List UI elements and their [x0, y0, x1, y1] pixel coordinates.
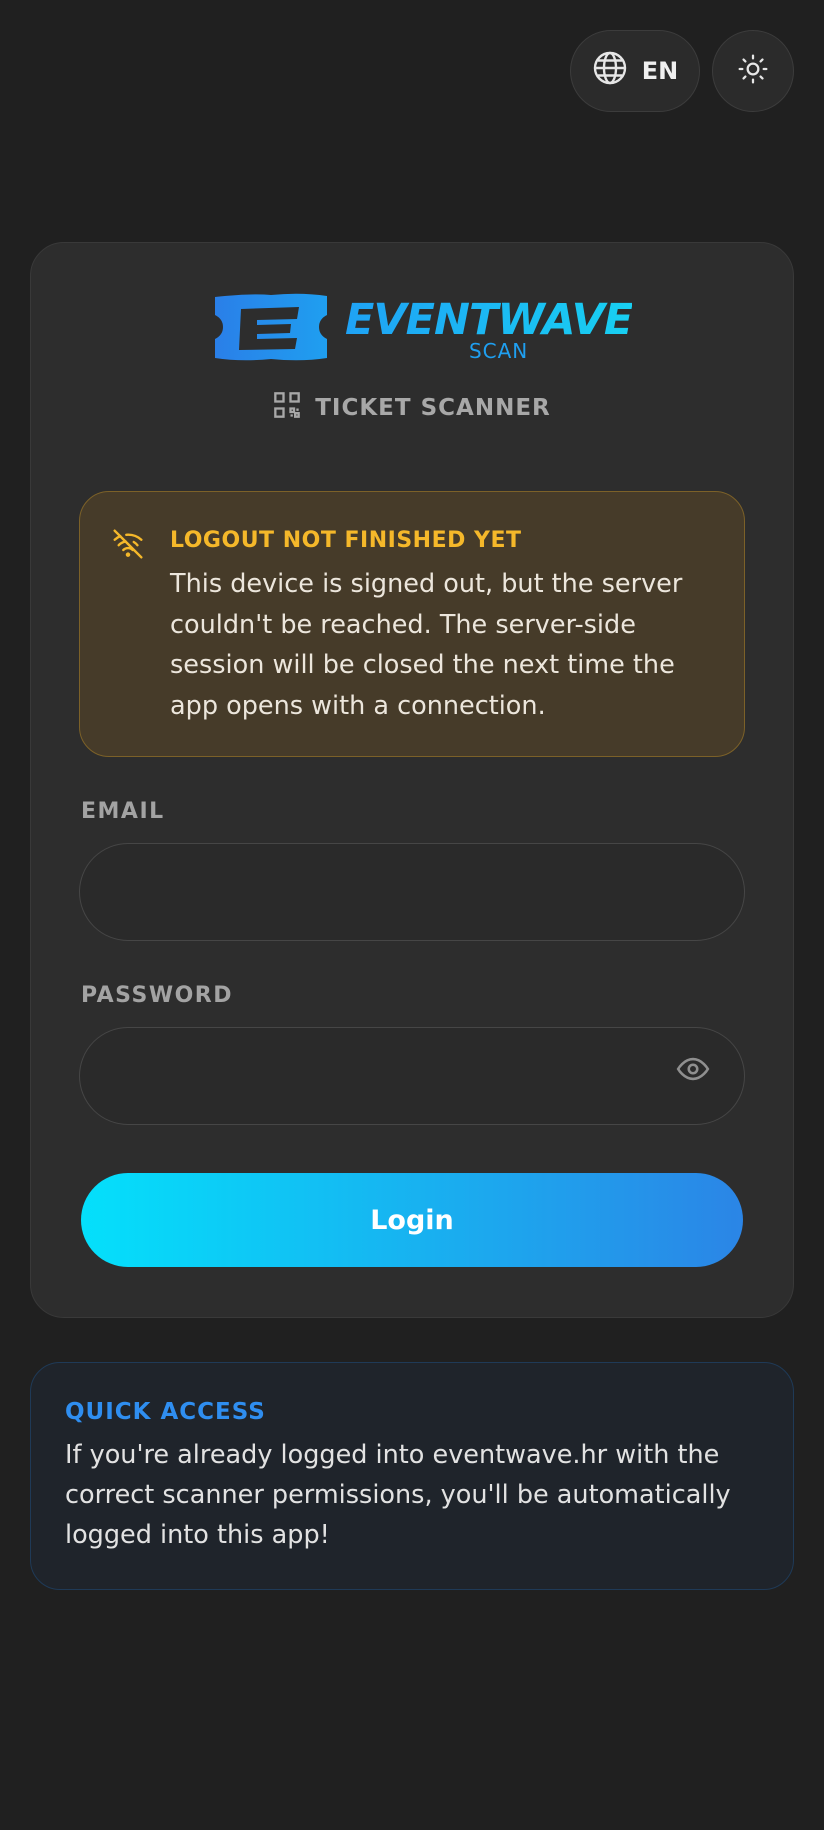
- brand-sub: SCAN: [468, 339, 529, 363]
- login-button[interactable]: Login: [81, 1173, 743, 1267]
- theme-toggle-button[interactable]: [712, 30, 794, 112]
- password-field[interactable]: [79, 1027, 745, 1125]
- eye-icon[interactable]: [671, 1047, 715, 1091]
- email-label: EMAIL: [81, 799, 165, 824]
- qr-code-icon: [273, 391, 301, 425]
- top-controls: EN: [570, 30, 794, 112]
- logout-warning-alert: LOGOUT NOT FINISHED YET This device is s…: [79, 491, 745, 757]
- app-subtitle: TICKET SCANNER: [31, 391, 793, 425]
- quick-access-title: QUICK ACCESS: [65, 1399, 266, 1425]
- alert-body: This device is signed out, but the serve…: [170, 569, 683, 721]
- subtitle-text: TICKET SCANNER: [315, 395, 551, 421]
- wifi-off-icon: [112, 528, 144, 564]
- alert-title: LOGOUT NOT FINISHED YET: [170, 528, 522, 553]
- password-label: PASSWORD: [81, 983, 234, 1008]
- language-label: EN: [641, 57, 679, 85]
- email-field[interactable]: [79, 843, 745, 941]
- ticket-logo-icon: [211, 291, 331, 367]
- sun-icon: [737, 53, 769, 89]
- quick-access-panel: QUICK ACCESS If you're already logged in…: [30, 1362, 794, 1590]
- brand-name: EVENTWAVE: [345, 295, 633, 345]
- globe-icon: [592, 50, 628, 92]
- language-selector-button[interactable]: EN: [570, 30, 700, 112]
- quick-access-body: If you're already logged into eventwave.…: [65, 1440, 731, 1550]
- login-card: EVENTWAVE SCAN TICKET SCANNER LOGOUT NOT…: [30, 242, 794, 1318]
- brand-logo: EVENTWAVE SCAN: [211, 291, 633, 367]
